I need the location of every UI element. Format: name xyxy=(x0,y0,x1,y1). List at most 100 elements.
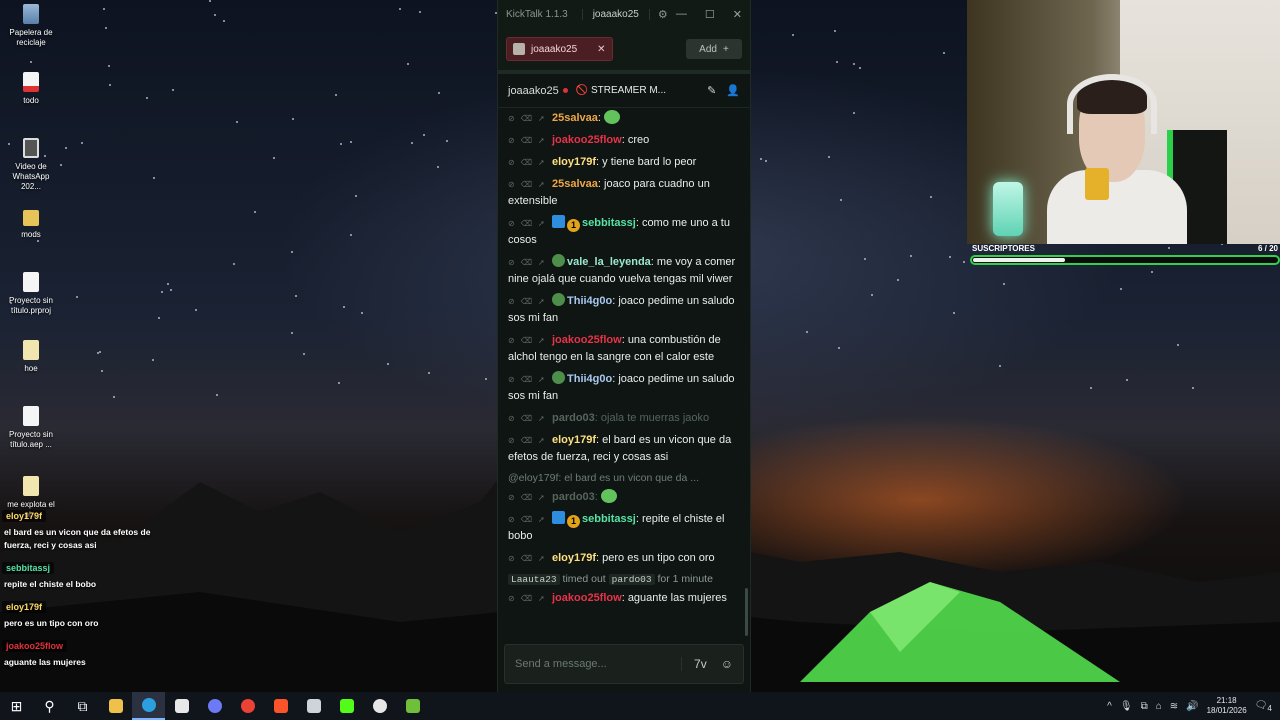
chat-message[interactable]: ⊘⌫➚pardo03: ojala te muerras jaoko xyxy=(508,408,742,430)
chat-message[interactable]: ⊘⌫➚joakoo25flow: aguante las mujeres xyxy=(508,588,742,610)
chat-message[interactable]: ⊘⌫➚ 1 sebbitassj: repite el chiste el bobo xyxy=(508,509,742,548)
chat-username[interactable]: 25salvaa xyxy=(552,178,598,190)
close-tab-icon[interactable]: ✕ xyxy=(597,44,605,55)
mod-actions[interactable]: ⊘⌫➚ xyxy=(508,410,552,427)
desktop-icon[interactable]: todo xyxy=(2,72,60,106)
mod-actions[interactable]: ⊘⌫➚ xyxy=(508,590,552,607)
wifi-icon[interactable]: ≋ xyxy=(1170,701,1178,712)
discord-icon[interactable] xyxy=(198,692,231,720)
seven-tv-icon[interactable]: 7v xyxy=(694,657,707,671)
maximize-icon[interactable]: ☐ xyxy=(705,8,715,21)
chat-username[interactable]: vale_la_leyenda xyxy=(567,256,651,268)
notifications-icon[interactable]: 🗨4 xyxy=(1255,700,1272,713)
mod-actions[interactable]: ⊘⌫➚ xyxy=(508,550,552,567)
star xyxy=(60,164,62,166)
brave-icon[interactable] xyxy=(264,692,297,720)
chat-username[interactable]: eloy179f xyxy=(552,552,596,564)
star xyxy=(999,365,1001,367)
pin-icon[interactable]: ✎ xyxy=(707,84,716,97)
desktop-icon[interactable]: hoe xyxy=(2,340,60,374)
network-icon[interactable]: ⌂ xyxy=(1156,701,1162,712)
app-icon[interactable] xyxy=(165,692,198,720)
camera-icon[interactable]: ⧉ xyxy=(1141,701,1148,712)
gear-icon[interactable]: ⚙ xyxy=(658,8,668,21)
desktop-icon[interactable]: Video de WhatsApp 202... xyxy=(2,138,60,192)
chat-username[interactable]: sebbitassj xyxy=(582,513,636,525)
minimize-icon[interactable]: — xyxy=(676,8,687,21)
mod-actions[interactable]: ⊘⌫➚ xyxy=(508,293,552,310)
chat-message[interactable]: ⊘⌫➚joakoo25flow: una combustión de alcho… xyxy=(508,330,742,369)
chat-message[interactable]: ⊘⌫➚joakoo25flow: creo xyxy=(508,130,742,152)
tab-joaaako25[interactable]: joaaako25 ✕ xyxy=(506,37,613,61)
chat-message[interactable]: ⊘⌫➚eloy179f: pero es un tipo con oro xyxy=(508,548,742,570)
chat-username[interactable]: joakoo25flow xyxy=(552,134,622,146)
chat-message[interactable]: ⊘⌫➚ Thii4g0o: joaco pedime un saludo sos … xyxy=(508,369,742,408)
chat-username[interactable]: pardo03 xyxy=(552,412,595,424)
minecraft-icon[interactable] xyxy=(396,692,429,720)
chat-message[interactable]: ⊘⌫➚25salvaa: joaco para cuadno un extens… xyxy=(508,174,742,213)
star xyxy=(37,240,39,242)
chrome-icon[interactable] xyxy=(231,692,264,720)
start-icon[interactable]: ⊞ xyxy=(0,692,33,720)
chat-username[interactable]: sebbitassj xyxy=(582,217,636,229)
chat-message[interactable]: ⊘⌫➚ 1 sebbitassj: como me uno a tu cosos xyxy=(508,213,742,252)
mod-actions[interactable]: ⊘⌫➚ xyxy=(508,176,552,193)
magnifier-icon[interactable] xyxy=(297,692,330,720)
desktop-icon[interactable]: Proyecto sin título.prproj xyxy=(2,272,60,316)
desktop-icon[interactable]: mods xyxy=(2,206,60,240)
chat-message[interactable]: ⊘⌫➚ Thii4g0o: joaco pedime un saludo sos … xyxy=(508,291,742,330)
edge-icon[interactable] xyxy=(132,692,165,720)
chat-message[interactable]: ⊘⌫➚eloy179f: el bard es un vicon que da … xyxy=(508,430,742,469)
chat-message[interactable]: ⊘⌫➚ vale_la_leyenda: me voy a comer nine … xyxy=(508,252,742,291)
kick-icon[interactable] xyxy=(330,692,363,720)
add-button[interactable]: Add + xyxy=(686,39,742,59)
scrollbar-thumb[interactable] xyxy=(745,588,748,636)
chat-username[interactable]: 25salvaa xyxy=(552,112,598,124)
mod-actions[interactable]: ⊘⌫➚ xyxy=(508,254,552,271)
emote-picker-icon[interactable]: ☺ xyxy=(721,657,733,671)
volume-icon[interactable]: 🔊 xyxy=(1186,701,1198,712)
user-icon[interactable]: 👤 xyxy=(726,84,740,97)
obs-icon[interactable] xyxy=(363,692,396,720)
chat-username[interactable]: joakoo25flow xyxy=(552,592,622,604)
mod-actions[interactable]: ⊘⌫➚ xyxy=(508,332,552,349)
file-explorer-icon[interactable] xyxy=(99,692,132,720)
mod-actions[interactable]: ⊘⌫➚ xyxy=(508,432,552,449)
chat-username[interactable]: pardo03 xyxy=(552,491,595,503)
mod-actions[interactable]: ⊘⌫➚ xyxy=(508,489,552,506)
system-moderator[interactable]: Laauta23 xyxy=(508,574,560,585)
chat-username[interactable]: eloy179f xyxy=(552,434,596,446)
chat-message[interactable]: ⊘⌫➚25salvaa: xyxy=(508,108,742,130)
chat-username[interactable]: Thii4g0o xyxy=(567,373,612,385)
microphone-icon[interactable]: 🎙 xyxy=(1120,701,1133,712)
mod-actions[interactable]: ⊘⌫➚ xyxy=(508,110,552,127)
chat-message[interactable]: ⊘⌫➚pardo03: xyxy=(508,487,742,509)
mod-actions[interactable]: ⊘⌫➚ xyxy=(508,371,552,388)
mod-actions[interactable]: ⊘⌫➚ xyxy=(508,132,552,149)
mod-actions[interactable]: ⊘⌫➚ xyxy=(508,511,552,528)
desktop-icon[interactable]: Proyecto sin título.aep ... xyxy=(2,406,60,450)
close-icon[interactable]: ✕ xyxy=(733,8,742,21)
reply-preview[interactable]: @eloy179f: el bard es un vicon que da ..… xyxy=(508,469,742,487)
mod-actions[interactable]: ⊘⌫➚ xyxy=(508,154,552,171)
star xyxy=(97,352,99,354)
desktop-icon-label: Video de WhatsApp 202... xyxy=(12,162,50,191)
search-icon[interactable]: ⚲ xyxy=(33,692,66,720)
clock[interactable]: 21:18 18/01/2026 xyxy=(1207,696,1247,716)
star xyxy=(930,196,932,198)
task-view-icon[interactable]: ⧉ xyxy=(66,692,99,720)
chevron-up-icon[interactable]: ^ xyxy=(1107,701,1112,712)
mod-actions[interactable]: ⊘⌫➚ xyxy=(508,215,552,232)
current-user[interactable]: joaaako25 xyxy=(581,8,650,20)
chat-message[interactable]: ⊘⌫➚eloy179f: y tiene bard lo peor xyxy=(508,152,742,174)
star xyxy=(335,94,337,96)
chat-username[interactable]: eloy179f xyxy=(552,156,596,168)
message-input[interactable]: Send a message... 7v ☺ xyxy=(504,644,744,684)
chat-username[interactable]: Thii4g0o xyxy=(567,295,612,307)
system-target[interactable]: pardo03 xyxy=(608,574,655,585)
desktop-icon[interactable]: Papelera de reciclaje xyxy=(2,4,60,48)
channel-name[interactable]: joaaako25 xyxy=(508,85,559,97)
chat-messages[interactable]: ⊘⌫➚25salvaa: ⊘⌫➚joakoo25flow: creo ⊘⌫➚elo… xyxy=(498,108,750,638)
chat-username[interactable]: joakoo25flow xyxy=(552,334,622,346)
window-controls: — ☐ ✕ xyxy=(676,8,742,21)
